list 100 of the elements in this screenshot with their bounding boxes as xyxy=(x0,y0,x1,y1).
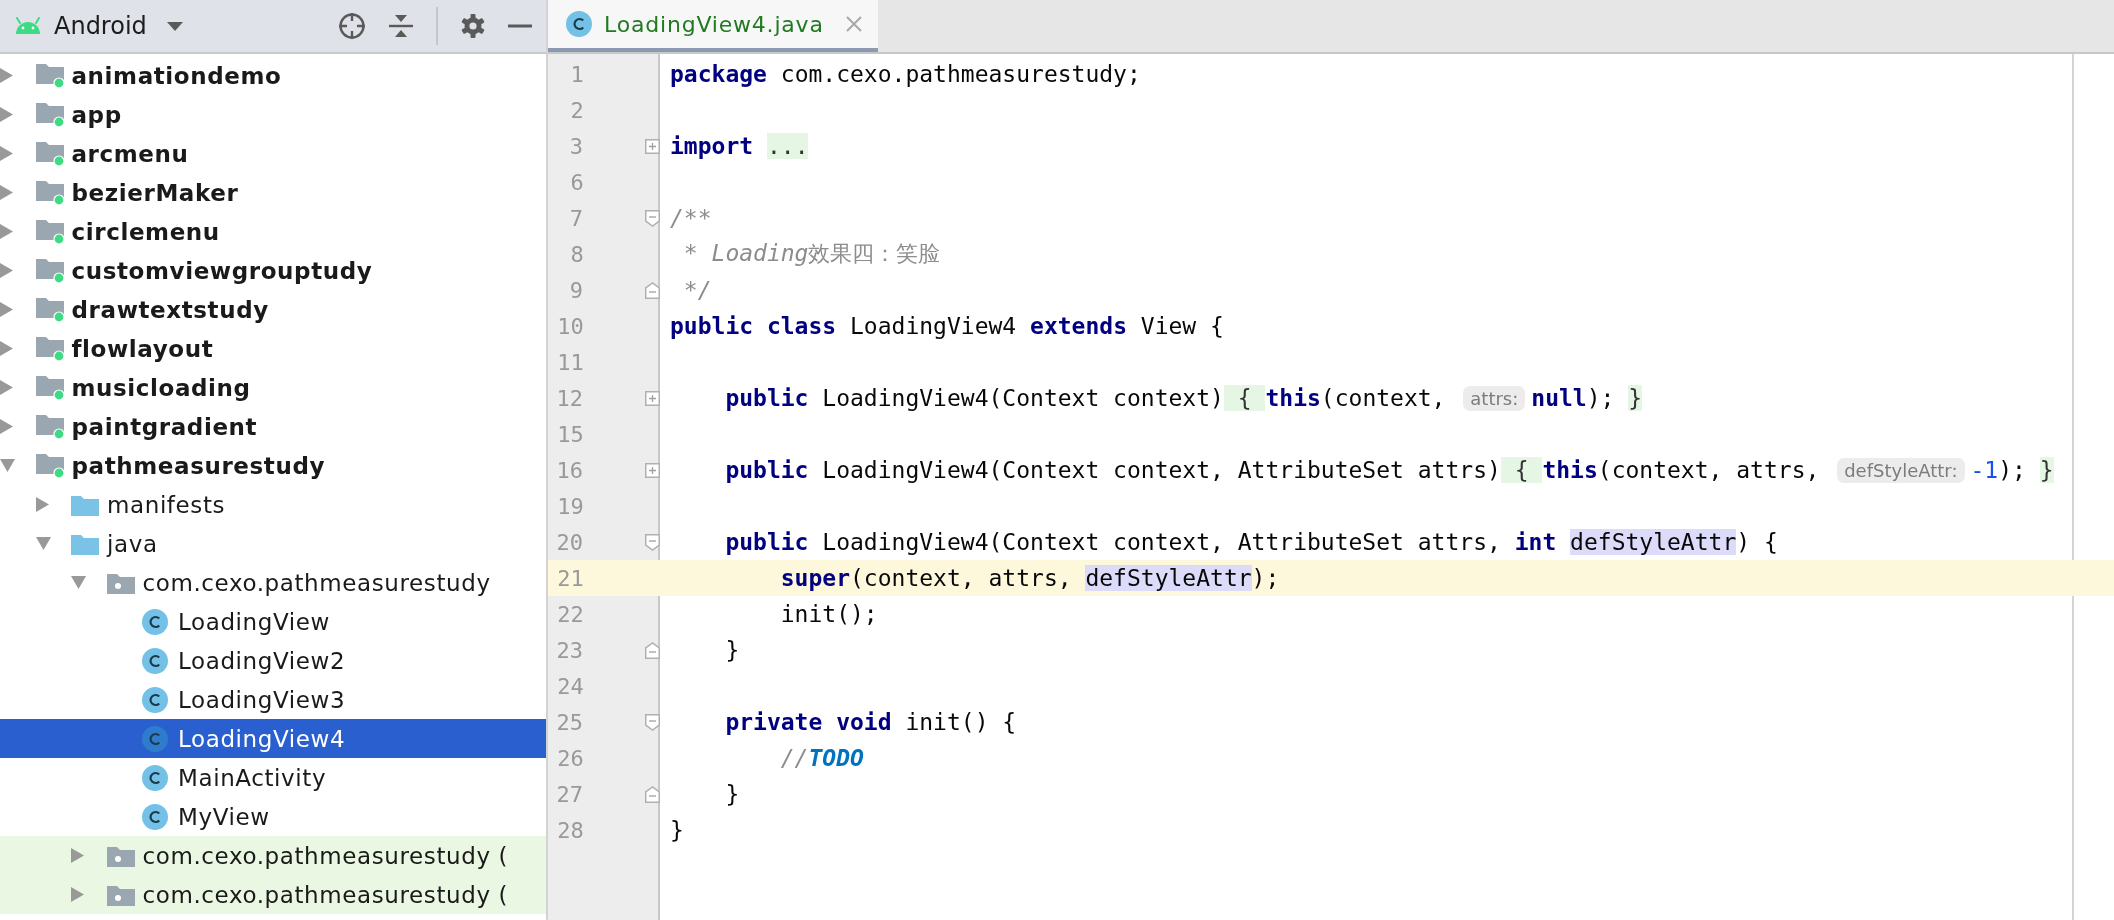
caret-icon xyxy=(166,21,183,31)
triangle-right-icon[interactable] xyxy=(0,263,13,278)
fold-collapse-icon[interactable] xyxy=(645,209,660,227)
fold-expand-icon[interactable] xyxy=(645,138,660,154)
tree-item[interactable]: LoadingView4 xyxy=(178,725,346,752)
editor-tab[interactable]: LoadingView4.java xyxy=(548,0,878,52)
module-folder-icon xyxy=(35,101,65,128)
line-number: 6 xyxy=(569,169,584,195)
triangle-right-icon[interactable] xyxy=(0,419,13,434)
module-folder-icon xyxy=(35,452,65,479)
tree-item[interactable]: com.cexo.pathmeasurestudy ( xyxy=(142,881,509,908)
usage-highlight: defStyleAttr xyxy=(1085,565,1252,591)
parameter-hint: attrs: xyxy=(1463,385,1526,411)
tree-item[interactable]: drawtextstudy xyxy=(71,296,269,323)
tree-item[interactable]: MyView xyxy=(178,803,270,830)
tree-item[interactable]: app xyxy=(71,101,122,128)
triangle-right-icon[interactable] xyxy=(71,887,84,902)
line-number: 19 xyxy=(556,493,584,519)
code-text: } xyxy=(724,637,740,663)
folded-code[interactable]: } xyxy=(1628,385,1643,411)
triangle-down-icon[interactable] xyxy=(35,537,51,550)
module-folder-icon xyxy=(35,335,65,362)
tree-item[interactable]: customviewgrouptudy xyxy=(71,257,373,284)
fold-end-icon[interactable] xyxy=(645,281,660,299)
triangle-right-icon[interactable] xyxy=(0,302,13,317)
folded-code[interactable]: } xyxy=(2039,457,2054,483)
module-folder-icon xyxy=(35,179,65,206)
triangle-right-icon[interactable] xyxy=(35,497,49,512)
code-text: this(context, attrs, xyxy=(1542,457,1821,483)
fold-end-icon[interactable] xyxy=(645,641,660,659)
tree-item[interactable]: LoadingView2 xyxy=(178,647,346,674)
tree-item[interactable]: com.cexo.pathmeasurestudy xyxy=(142,569,491,596)
folded-code[interactable]: { xyxy=(1223,385,1266,411)
tree-item[interactable]: MainActivity xyxy=(178,764,327,791)
fold-end-icon[interactable] xyxy=(645,785,660,803)
tree-item[interactable]: circlemenu xyxy=(71,218,220,245)
triangle-right-icon[interactable] xyxy=(0,341,13,356)
line-number: 24 xyxy=(556,673,584,699)
fold-expand-icon[interactable] xyxy=(645,462,660,478)
line-number: 25 xyxy=(555,709,583,735)
view-dropdown[interactable]: Android xyxy=(54,12,183,40)
triangle-right-icon[interactable] xyxy=(0,107,13,122)
line-number: 12 xyxy=(555,385,583,411)
android-icon xyxy=(14,17,42,35)
code-text: /** xyxy=(670,205,712,231)
tree-item[interactable]: musicloading xyxy=(71,374,251,401)
tree-item[interactable]: manifests xyxy=(107,491,226,518)
tree-item[interactable]: LoadingView xyxy=(178,608,330,635)
line-number: 26 xyxy=(556,745,584,771)
tree-item[interactable]: pathmeasurestudy xyxy=(71,452,326,479)
code-text: -1); xyxy=(1970,457,2027,483)
tree-item[interactable]: animationdemo xyxy=(71,62,282,89)
line-number: 20 xyxy=(555,529,583,555)
tree-item[interactable]: flowlayout xyxy=(71,335,214,362)
triangle-down-icon[interactable] xyxy=(0,459,15,472)
tree-item[interactable]: paintgradient xyxy=(71,413,258,440)
folder-icon xyxy=(71,493,99,516)
line-number: 15 xyxy=(556,421,584,447)
close-icon[interactable] xyxy=(845,16,862,32)
triangle-right-icon[interactable] xyxy=(71,848,84,863)
line-number: 9 xyxy=(568,277,583,303)
tree-item[interactable]: LoadingView3 xyxy=(178,686,346,713)
tree-item[interactable]: bezierMaker xyxy=(71,179,239,206)
tree-item[interactable]: java xyxy=(107,530,158,557)
triangle-right-icon[interactable] xyxy=(0,224,13,239)
triangle-right-icon[interactable] xyxy=(0,380,13,395)
triangle-right-icon[interactable] xyxy=(0,146,13,161)
tree-item[interactable]: com.cexo.pathmeasurestudy ( xyxy=(142,842,509,869)
triangle-right-icon[interactable] xyxy=(0,185,13,200)
triangle-down-icon[interactable] xyxy=(71,576,86,589)
class-icon xyxy=(142,803,168,830)
module-folder-icon xyxy=(35,296,65,323)
class-icon xyxy=(142,647,168,674)
package-icon xyxy=(106,844,135,867)
fold-collapse-icon[interactable] xyxy=(645,533,660,551)
code-text: public LoadingView4(Context context, AttributeSet attrs) xyxy=(724,457,1501,483)
crosshair-icon[interactable] xyxy=(338,12,366,40)
tree-item[interactable]: arcmenu xyxy=(71,140,189,167)
collapse-all-icon[interactable] xyxy=(388,13,414,39)
fold-collapse-icon[interactable] xyxy=(645,713,660,731)
module-folder-icon xyxy=(35,218,65,245)
code-text: private void init() { xyxy=(724,709,1017,735)
line-number: 22 xyxy=(556,601,584,627)
module-folder-icon xyxy=(35,140,65,167)
line-number: 3 xyxy=(568,133,583,159)
module-folder-icon xyxy=(35,413,65,440)
line-number: 23 xyxy=(555,637,583,663)
folded-code[interactable]: { xyxy=(1500,457,1543,483)
settings-icon[interactable] xyxy=(460,13,486,39)
line-number: 7 xyxy=(568,205,583,231)
module-folder-icon xyxy=(35,374,65,401)
module-folder-icon xyxy=(35,62,65,89)
fold-expand-icon[interactable] xyxy=(645,390,660,406)
class-icon xyxy=(142,764,168,791)
line-number: 8 xyxy=(569,241,584,267)
minimize-icon[interactable] xyxy=(508,24,532,28)
folded-code[interactable]: ... xyxy=(766,133,809,159)
triangle-right-icon[interactable] xyxy=(0,68,13,83)
code-text: package com.cexo.pathmeasurestudy; xyxy=(670,61,1141,87)
package-icon xyxy=(106,571,135,594)
